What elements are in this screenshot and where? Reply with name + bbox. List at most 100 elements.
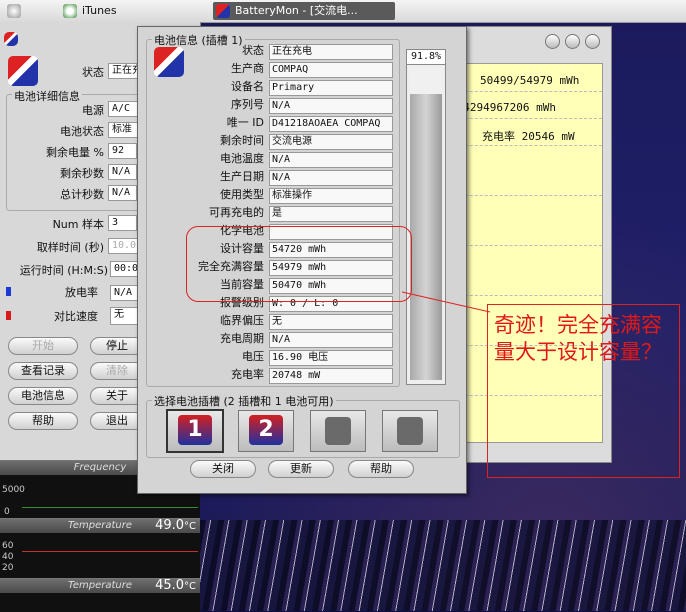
monitor-title: Temperature	[67, 580, 133, 591]
apple-icon	[7, 4, 21, 18]
rechargeable-value: 是	[269, 206, 393, 222]
annotation-highlight-ellipse	[186, 226, 412, 302]
device-name-value: Primary	[269, 80, 393, 96]
field-label-cycle-count: 充电周期	[220, 332, 264, 345]
batterymon-icon	[216, 4, 230, 18]
temperature-monitor-2: Temperature 45.0°C	[0, 578, 200, 612]
monitor-scale-top: 5000	[2, 485, 25, 495]
empty-slot-icon	[397, 417, 423, 445]
help-button[interactable]: 帮助	[8, 412, 78, 430]
status-value: 正在充电	[269, 44, 393, 60]
compare-label: 对比速度	[54, 310, 98, 323]
monitor-title: Temperature	[67, 520, 133, 531]
slot-select-group-title: 选择电池插槽 (2 插槽和 1 电池可用)	[152, 393, 336, 409]
list-item	[450, 224, 602, 246]
taskbar-item-itunes[interactable]: iTunes	[60, 2, 192, 20]
window-zoom-button[interactable]	[565, 34, 580, 49]
remaining-time-value: 交流电源	[269, 134, 393, 150]
batterymon-logo-icon	[8, 56, 38, 86]
app-icon	[4, 32, 18, 46]
taskbar: iTunes BatteryMon - [交流电...	[0, 0, 686, 23]
exit-button[interactable]: 退出	[90, 412, 144, 430]
field-label-remaining-time: 剩余时间	[220, 134, 264, 147]
charge-rate-value: 20748 mW	[269, 368, 393, 384]
taskbar-item-label: iTunes	[82, 4, 117, 17]
taskbar-item-apple[interactable]	[4, 2, 56, 20]
critical-bias-value: 无	[269, 314, 393, 330]
charge-level-gauge: 91.8%	[406, 49, 446, 385]
field-label-device-name: 设备名	[231, 80, 264, 93]
close-button[interactable]: 关闭	[190, 460, 256, 478]
monitor-header: Temperature 49.0°C	[0, 519, 200, 533]
about-button[interactable]: 关于	[90, 387, 144, 405]
itunes-icon	[63, 4, 77, 18]
serial-value: N/A	[269, 98, 393, 114]
stop-button[interactable]: 停止	[90, 337, 144, 355]
gauge-track	[410, 68, 442, 380]
start-button[interactable]: 开始	[8, 337, 78, 355]
list-item: 50499/54979 mWh	[450, 70, 602, 92]
manufacturer-value: COMPAQ	[269, 62, 393, 78]
sample-time-label: 取样时间 (秒)	[36, 241, 104, 254]
cycle-count-value: N/A	[269, 332, 393, 348]
gauge-fill	[410, 94, 442, 380]
num-samples-label: Num 样本	[52, 218, 104, 231]
field-label-temperature: 电池温度	[220, 152, 264, 165]
field-label-manufacturer: 生产商	[231, 62, 264, 75]
battery-info-button[interactable]: 电池信息	[8, 387, 78, 405]
help-button[interactable]: 帮助	[348, 460, 414, 478]
field-label: 剩余电量 %	[46, 146, 104, 159]
window-close-button[interactable]	[585, 34, 600, 49]
temperature-value-1: 49.0°C	[155, 518, 196, 533]
refresh-button[interactable]: 更新	[268, 460, 334, 478]
battery-slot-2-icon: 2	[249, 415, 283, 445]
list-item: ≠ 4294967206 mWh	[450, 97, 602, 119]
runtime-label: 运行时间 (H:M:S)	[19, 264, 108, 277]
taskbar-item-label: BatteryMon - [交流电...	[235, 4, 358, 17]
window-minimize-button[interactable]	[545, 34, 560, 49]
field-label-usage-type: 使用类型	[220, 188, 264, 201]
field-label-unique-id: 唯一 ID	[226, 116, 264, 129]
monitor-scale-label: 40	[2, 552, 14, 562]
charge-percent-label: 91.8%	[407, 50, 445, 65]
field-label-charge-rate: 充电率	[231, 368, 264, 381]
battery-slot-1-icon: 1	[178, 415, 212, 445]
discharge-label: 放电率	[65, 286, 98, 299]
temperature-value-2: 45.0°C	[155, 578, 196, 593]
slot-2-button[interactable]: 2	[238, 410, 294, 452]
field-label-manufacture-date: 生产日期	[220, 170, 264, 183]
temperature-value: N/A	[269, 152, 393, 168]
temperature-monitor-1: Temperature 49.0°C 60 40 20	[0, 518, 200, 579]
desktop-wallpaper-foliage	[200, 520, 686, 611]
usage-type-value: 标准操作	[269, 188, 393, 204]
slot-3-button[interactable]	[310, 410, 366, 452]
view-log-button[interactable]: 查看记录	[8, 362, 78, 380]
remaining-percent-value: 92	[108, 143, 137, 159]
clear-button[interactable]: 清除	[90, 362, 144, 380]
field-label-serial: 序列号	[231, 98, 264, 111]
monitor-scale-label: 20	[2, 563, 14, 573]
field-label-status: 状态	[242, 44, 264, 57]
monitor-scale-label: 60	[2, 541, 14, 551]
annotation-connector-line	[401, 291, 491, 313]
empty-slot-icon	[325, 417, 351, 445]
monitor-scale-bottom: 0	[4, 507, 10, 517]
frequency-trace	[22, 507, 198, 508]
field-label: 电池状态	[60, 125, 104, 138]
field-label: 电源	[82, 104, 104, 117]
unique-id-value: D41218AOAEA COMPAQ	[269, 116, 393, 132]
remaining-seconds-value: N/A	[108, 164, 137, 180]
taskbar-item-batterymon[interactable]: BatteryMon - [交流电...	[213, 2, 395, 20]
compare-color-swatch	[6, 311, 11, 320]
field-label-critical-bias: 临界偏压	[220, 314, 264, 327]
slot-4-button[interactable]	[382, 410, 438, 452]
status-label: 状态	[82, 66, 104, 79]
field-label: 总计秒数	[60, 188, 104, 201]
field-label: 剩余秒数	[60, 167, 104, 180]
monitor-title: Frequency	[73, 462, 127, 473]
list-item: 充电率 20546 mW	[450, 124, 602, 146]
temperature-trace	[22, 551, 198, 552]
slot-1-button[interactable]: 1	[166, 409, 224, 453]
field-label-rechargeable: 可再充电的	[209, 206, 264, 219]
num-samples-input[interactable]: 3	[108, 215, 137, 231]
